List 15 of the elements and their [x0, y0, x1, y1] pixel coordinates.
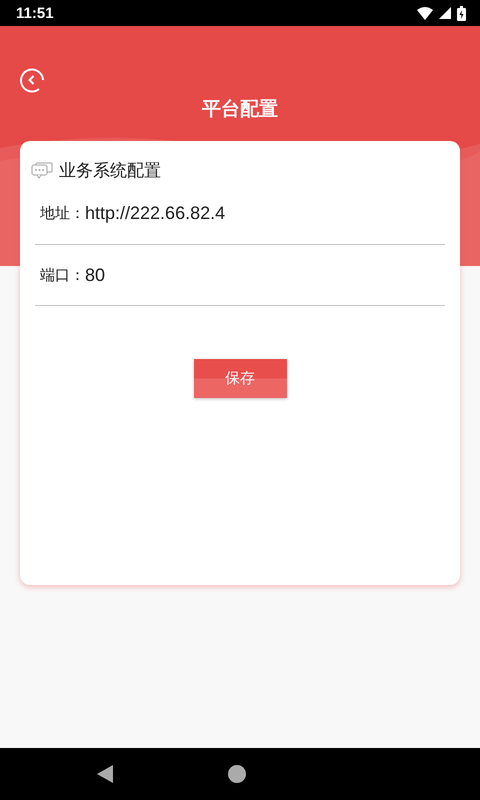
signal-icon	[439, 7, 451, 19]
home-nav-icon[interactable]	[228, 765, 246, 783]
page-title: 平台配置	[201, 97, 279, 122]
battery-icon	[457, 6, 466, 20]
wifi-icon	[417, 6, 433, 20]
save-button[interactable]: 保存	[194, 359, 286, 398]
back-nav-icon[interactable]	[97, 765, 113, 783]
input-field[interactable]: 80	[85, 264, 385, 286]
chat-icon	[31, 162, 53, 180]
field-label: 地址：	[40, 204, 85, 222]
status-time: 11:51	[16, 4, 54, 22]
input-field[interactable]: http://222.66.82.4	[85, 202, 385, 224]
section-title: 业务系统配置	[59, 160, 161, 182]
back-icon[interactable]	[19, 67, 45, 93]
field-label: 端口：	[40, 266, 85, 284]
